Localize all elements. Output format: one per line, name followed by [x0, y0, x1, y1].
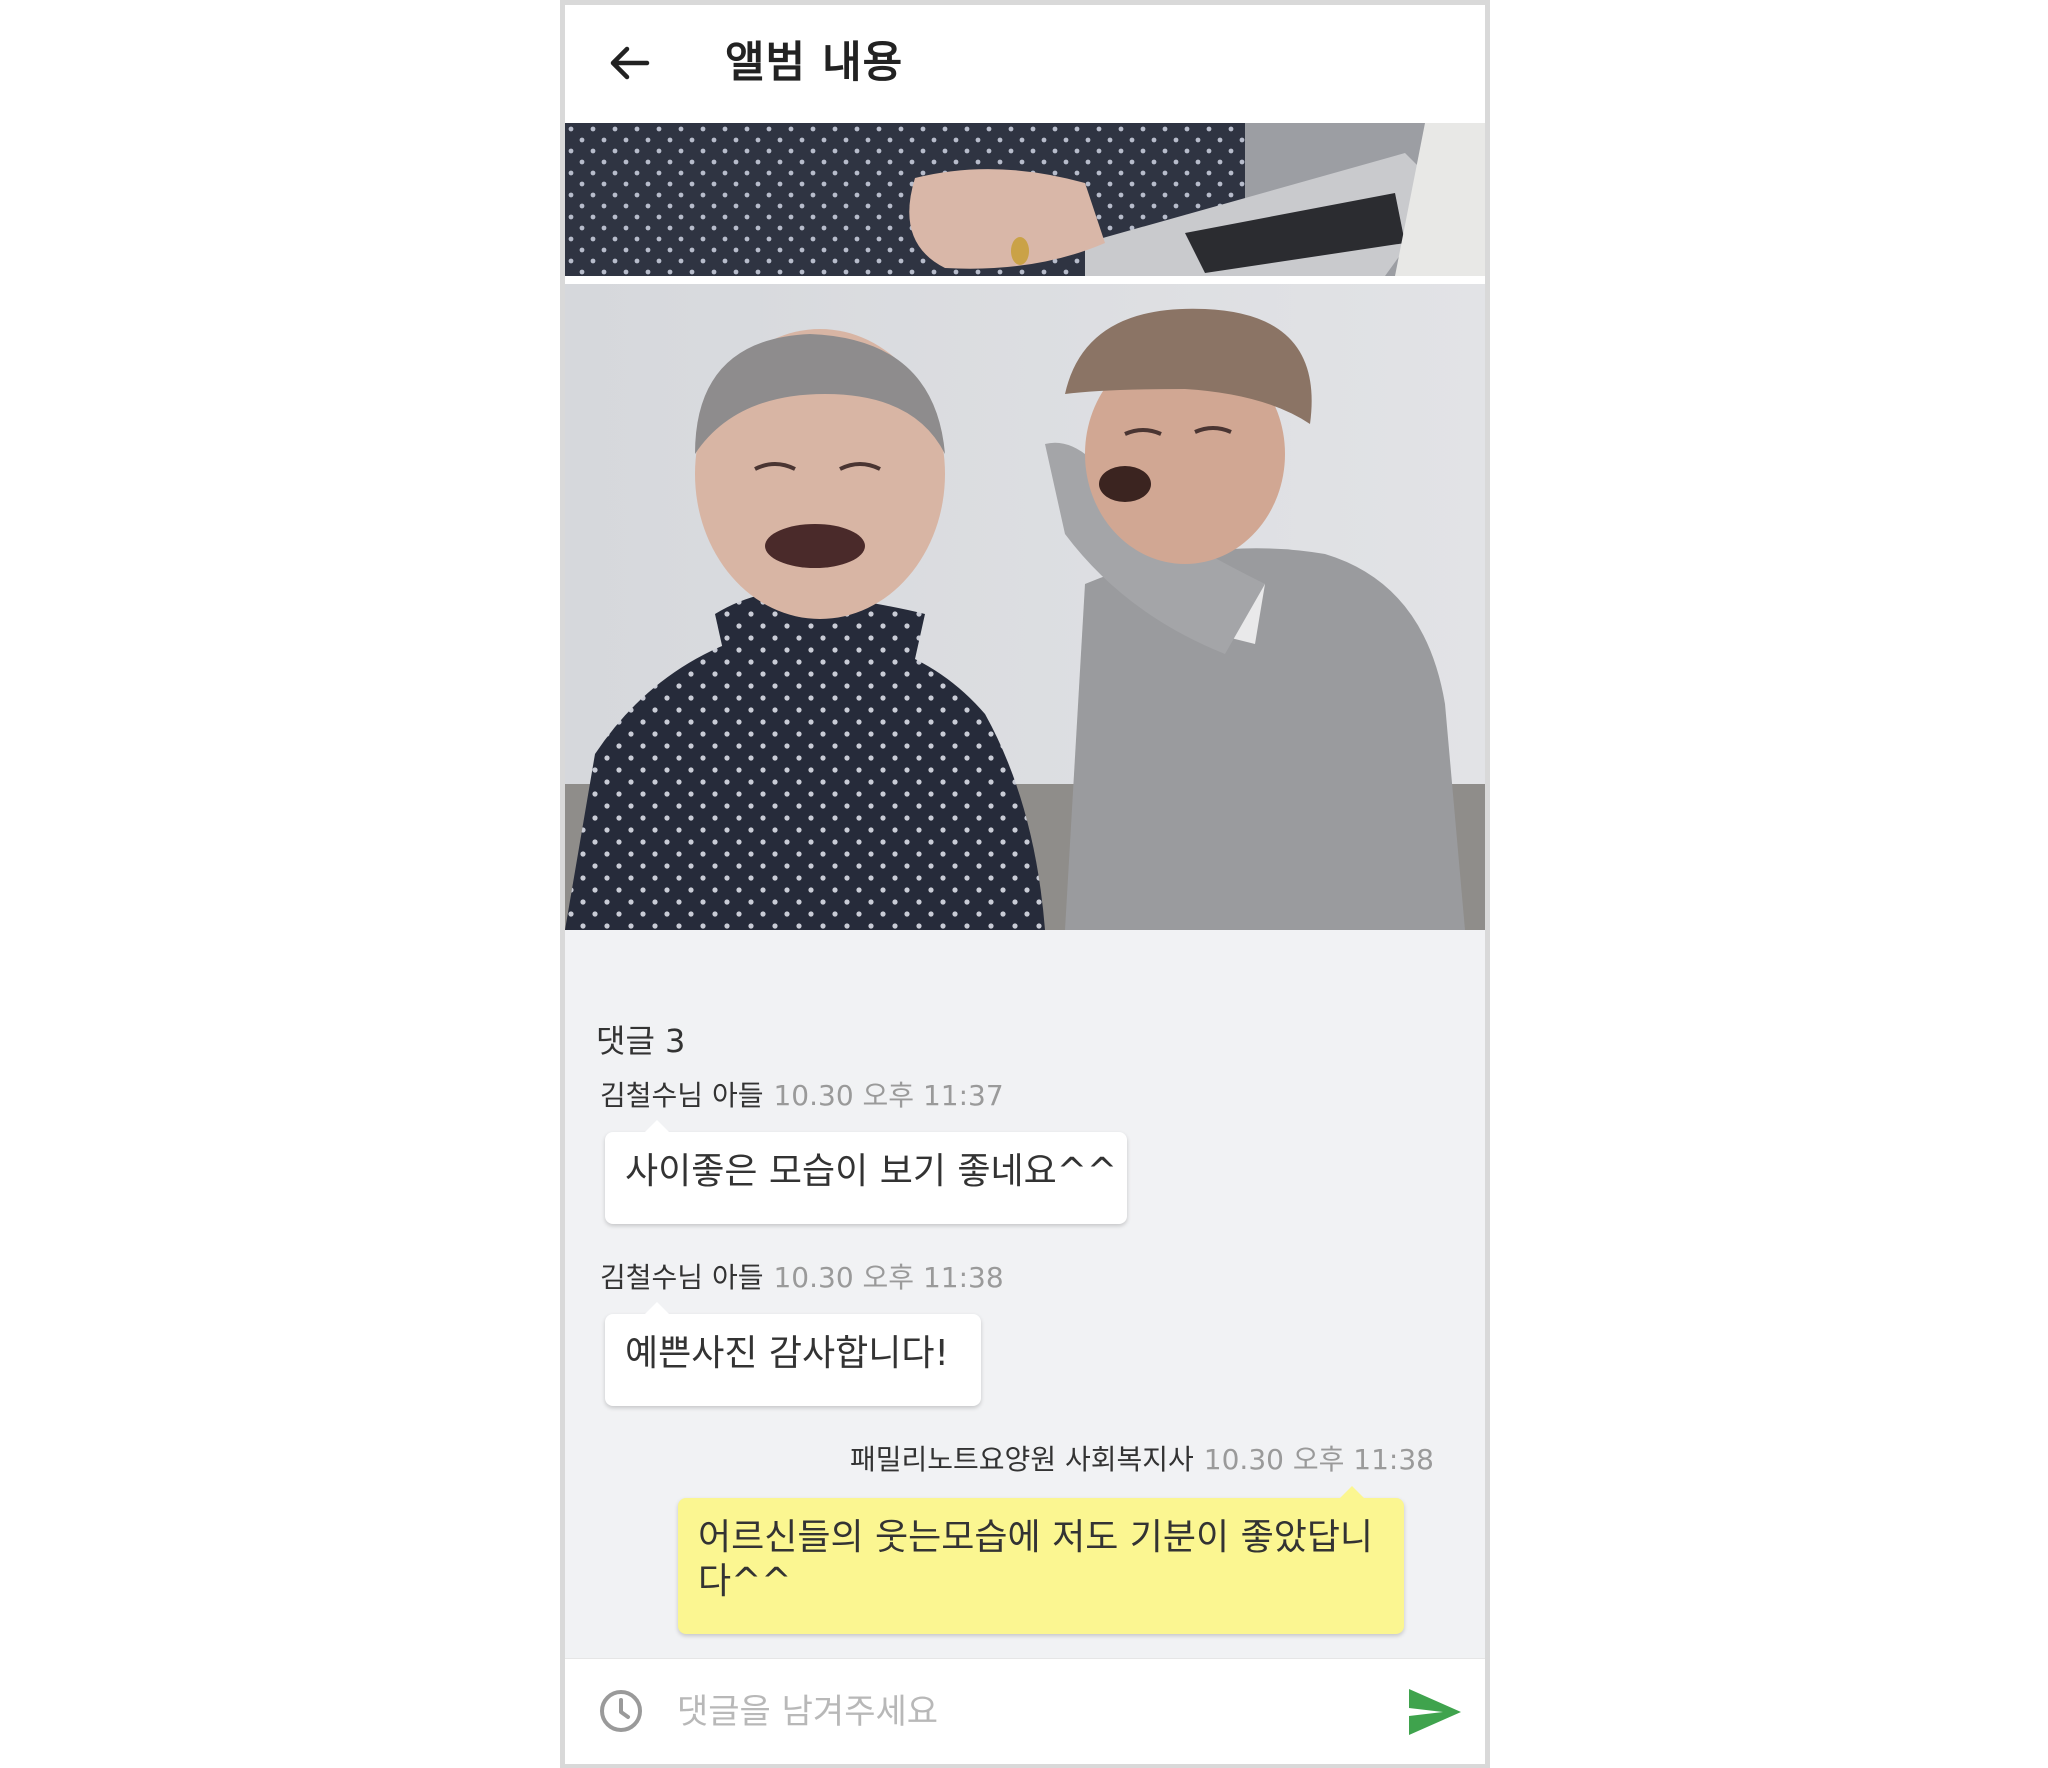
page-title: 앨범 내용 [725, 38, 904, 88]
comment-time: 10.30 오후 11:38 [773, 1261, 1004, 1294]
send-icon [1409, 1689, 1461, 1735]
clock-button[interactable] [597, 1687, 645, 1735]
comment-input[interactable] [675, 1681, 1359, 1743]
comment-count: 댓글 3 [596, 1022, 686, 1060]
comment-time: 10.30 오후 11:38 [1203, 1443, 1434, 1476]
album-photo-partial[interactable] [565, 123, 1485, 276]
my-comment-bubble: 어르신들의 웃는모습에 저도 기분이 좋았답니다^^ [678, 1486, 1404, 1634]
comment-meta: 김철수님 아들 10.30 오후 11:38 [600, 1256, 1004, 1296]
send-button[interactable] [1405, 1685, 1465, 1739]
comment-bubble: 예쁜사진 감사합니다! [605, 1302, 981, 1406]
comment-author: 김철수님 아들 [600, 1079, 764, 1112]
back-button[interactable] [601, 35, 657, 91]
comment-meta: 패밀리노트요양원 사회복지사 10.30 오후 11:38 [850, 1438, 1434, 1478]
arrow-left-icon [610, 46, 650, 80]
comment-author: 김철수님 아들 [600, 1261, 764, 1294]
comment-bubble: 사이좋은 모습이 보기 좋네요^^ [605, 1120, 1127, 1224]
comment-time: 10.30 오후 11:37 [773, 1079, 1004, 1112]
clock-icon [600, 1690, 642, 1732]
comment-text: 사이좋은 모습이 보기 좋네요^^ [625, 1151, 1118, 1192]
comment-meta: 김철수님 아들 10.30 오후 11:37 [600, 1074, 1004, 1114]
phone-frame: 앨범 내용 댓글 3 김철수님 아들 10.30 오후 11:37 사이좋은 모… [560, 0, 1490, 1768]
photo-divider [565, 276, 1485, 284]
comment-text: 어르신들의 웃는모습에 저도 기분이 좋았답니다^^ [698, 1517, 1374, 1602]
album-photo-main[interactable] [565, 284, 1485, 930]
comment-text: 예쁜사진 감사합니다! [625, 1333, 949, 1374]
app-header: 앨범 내용 [565, 5, 1485, 123]
comment-input-bar [565, 1658, 1485, 1764]
comment-author: 패밀리노트요양원 사회복지사 [850, 1443, 1194, 1476]
